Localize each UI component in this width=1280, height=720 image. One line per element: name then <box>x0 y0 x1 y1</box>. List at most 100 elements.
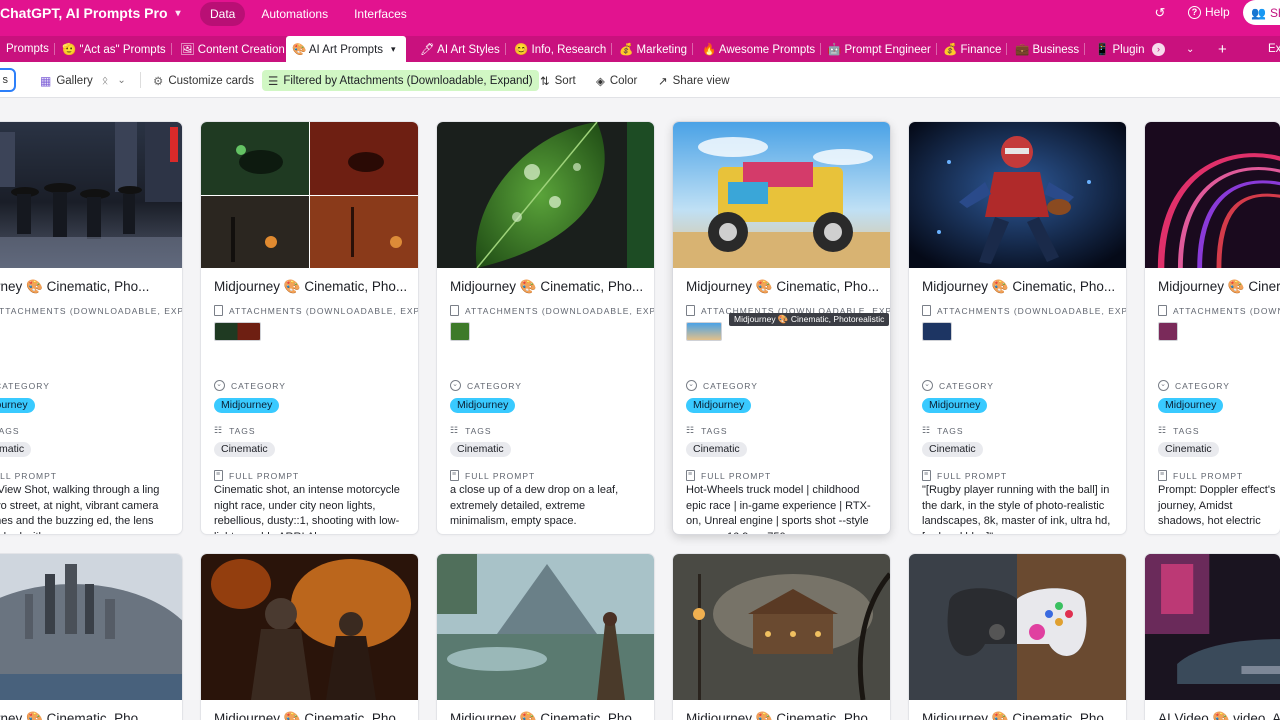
filter-button[interactable]: ☰ Filtered by Attachments (Downloadable,… <box>262 70 539 91</box>
color-label: Color <box>609 74 638 87</box>
field-label-attachments: ATTACHMENTS (DOWNLOADABLE, EXP... <box>922 305 1126 316</box>
card-title: Midjourney 🎨 Cinematic, Pho... <box>214 711 408 720</box>
card-cover-image <box>673 554 890 700</box>
tab-label: 🔥 Awesome Prompts <box>702 44 816 56</box>
category-badge: Midjourney <box>686 398 752 413</box>
card-cover-image <box>0 122 182 268</box>
gallery-card[interactable]: Midjourney 🎨 Cinematic, Pho... ATTACHMEN… <box>201 122 418 534</box>
gallery-card[interactable]: Midjourney 🎨 Cinematic, Pho... <box>201 554 418 720</box>
tab-finance[interactable]: 💰 Finance <box>937 36 1008 62</box>
help-button[interactable]: ? Help <box>1188 5 1230 19</box>
attachment-thumbnail[interactable] <box>1158 322 1178 341</box>
field-label-text: CATEGORY <box>939 380 994 391</box>
tab-prompts[interactable]: Prompts <box>0 36 55 62</box>
card-title: journey 🎨 Cinematic, Pho... <box>0 711 150 720</box>
color-button[interactable]: ◈ Color <box>596 70 637 91</box>
tab-prompt-engineer[interactable]: 🤖 Prompt Engineer <box>821 36 937 62</box>
views-toggle-button[interactable]: s <box>0 68 16 92</box>
history-icon[interactable]: ↺ <box>1152 5 1168 21</box>
field-label-text: TAGS <box>0 425 20 436</box>
gallery-card[interactable]: Midjourney 🎨 Cinematic, Pho... <box>909 554 1126 720</box>
base-name-menu[interactable]: ChatGPT, AI Prompts Pro ▾ <box>0 0 181 26</box>
tags-icon: ☷ <box>214 425 224 435</box>
attachment-thumbnail[interactable] <box>686 322 722 341</box>
toolbar-divider <box>140 72 141 88</box>
views-toggle-label: s <box>2 74 9 86</box>
card-title: Midjourney 🎨 Cinematic, Pho... <box>922 279 1116 294</box>
view-name: Gallery <box>56 74 93 87</box>
gallery-card[interactable]: Midjourney 🎨 Ciner ATTACHMENTS (DOWNLO ⌄… <box>1145 122 1280 534</box>
add-table-icon[interactable]: + <box>1212 36 1233 62</box>
field-label-attachments: ATTACHMENTS (DOWNLOADABLE, EXP... <box>450 305 654 316</box>
category-badge: Midjourney <box>450 398 516 413</box>
share-button[interactable]: 👥 Sh <box>1243 0 1280 25</box>
field-label-category: ⌄ CATEGORY <box>686 380 758 391</box>
card-title: Midjourney 🎨 Cinematic, Pho... <box>922 711 1116 720</box>
card-cover-image <box>673 122 890 268</box>
tab-plugins[interactable]: 📱 Plugins <box>1089 36 1145 62</box>
full-prompt-text: Prompt: Doppler effect's journey, Amidst… <box>1158 484 1276 534</box>
field-label-text: CATEGORY <box>231 380 286 391</box>
gallery-card[interactable]: journey 🎨 Cinematic, Pho... ATTACHMENTS … <box>0 122 182 534</box>
tab-label: Prompts <box>6 43 49 55</box>
tab-ai-art-styles[interactable]: 🖊 AI Art Styles <box>414 36 506 62</box>
tag-badge: Cinematic <box>922 442 983 457</box>
gallery-card[interactable]: Midjourney 🎨 Cinematic, Pho... ATTACHMEN… <box>673 122 890 534</box>
filter-label: Filtered by Attachments (Downloadable, E… <box>283 74 533 87</box>
tag-badge: Cinematic <box>450 442 511 457</box>
card-title: Midjourney 🎨 Cinematic, Pho... <box>214 279 408 294</box>
gallery-card[interactable]: Midjourney 🎨 Cinematic, Pho... <box>673 554 890 720</box>
field-label-text: TAGS <box>1173 425 1200 436</box>
tag-badge: inematic <box>0 442 32 457</box>
extensions-tab[interactable]: Ex <box>1262 36 1280 62</box>
field-label-tags: ☷TAGS <box>0 425 20 436</box>
gallery-card[interactable]: Midjourney 🎨 Cinematic, Pho... ATTACHMEN… <box>437 122 654 534</box>
tab-marketing[interactable]: 💰 Marketing <box>613 36 694 62</box>
category-badge: dijourney <box>0 398 35 413</box>
nav-interfaces[interactable]: Interfaces <box>344 2 417 26</box>
tab-act-as-prompts[interactable]: 🫡 "Act as" Prompts <box>56 36 172 62</box>
sort-button[interactable]: ⇅ Sort <box>540 70 576 91</box>
share-view-button[interactable]: ↗ Share view <box>658 70 730 91</box>
card-cover-image <box>201 122 418 268</box>
attachment-thumbnail[interactable] <box>450 322 470 341</box>
more-tabs-icon[interactable]: › <box>1146 36 1171 62</box>
gallery-card[interactable]: AI Video 🎨 video, AI <box>1145 554 1280 720</box>
users-icon: 👥 <box>1251 5 1266 20</box>
card-title: Midjourney 🎨 Cinematic, Pho... <box>686 279 880 294</box>
text-icon: ≡ <box>686 470 695 481</box>
text-icon: ≡ <box>450 470 459 481</box>
field-label-full-prompt: ≡ FULL PROMPT <box>686 470 771 481</box>
category-icon: ⌄ <box>214 380 225 391</box>
gallery-card[interactable]: Midjourney 🎨 Cinematic, Pho... ATTACHMEN… <box>909 122 1126 534</box>
tags-icon: ☷ <box>1158 425 1168 435</box>
tab-label: 💰 Marketing <box>619 44 688 56</box>
share-label: Sh <box>1269 5 1280 20</box>
gallery-card[interactable]: journey 🎨 Cinematic, Pho... <box>0 554 182 720</box>
tab-ai-art-prompts[interactable]: 🎨 AI Art Prompts ▾ <box>286 36 406 62</box>
help-icon: ? <box>1188 5 1201 19</box>
field-label-text: FULL PROMPT <box>701 470 772 481</box>
card-title: Midjourney 🎨 Cinematic, Pho... <box>450 711 644 720</box>
tab-content-creation[interactable]: 🖼 Content Creation <box>174 36 291 62</box>
field-label-full-prompt: ≡ FULL PROMPT <box>214 470 299 481</box>
gallery-card[interactable]: Midjourney 🎨 Cinematic, Pho... <box>437 554 654 720</box>
field-label-attachments: ATTACHMENTS (DOWNLOADABLE, EXP... <box>0 305 182 316</box>
field-label-category: ⌄ CATEGORY <box>922 380 994 391</box>
chevron-down-icon[interactable]: ⌄ <box>1180 36 1200 62</box>
tab-awesome-prompts[interactable]: 🔥 Awesome Prompts <box>696 36 822 62</box>
tab-business[interactable]: 💼 Business <box>1009 36 1086 62</box>
view-toolbar: s ▦ Gallery ᛟ ⌄ ⚙ Customize cards ☰ Filt… <box>0 62 1280 98</box>
nav-data[interactable]: Data <box>200 2 246 26</box>
nav-automations[interactable]: Automations <box>251 2 338 26</box>
base-name: ChatGPT, AI Prompts Pro <box>0 5 168 21</box>
gallery-icon: ▦ <box>40 73 52 88</box>
tab-info-research[interactable]: 😊 Info, Research <box>508 36 613 62</box>
field-label-attachments: ATTACHMENTS (DOWNLOADABLE, EXP... <box>214 305 418 316</box>
customize-cards-button[interactable]: ⚙ Customize cards <box>153 70 254 91</box>
attachment-thumbnail[interactable] <box>214 322 261 341</box>
tab-label: 💰 Finance <box>943 44 1002 56</box>
tab-label: 🎨 AI Art Prompts <box>292 44 384 56</box>
view-switcher[interactable]: ▦ Gallery ᛟ ⌄ <box>40 70 126 91</box>
attachment-thumbnail[interactable] <box>922 322 952 341</box>
